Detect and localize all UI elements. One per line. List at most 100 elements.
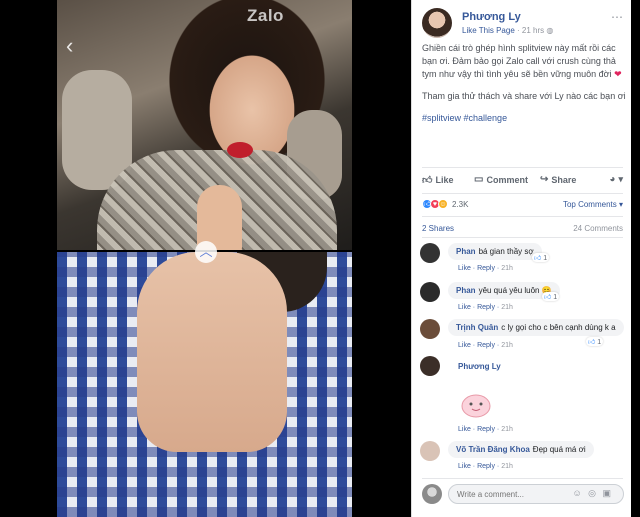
- comment-text: yêu quá yêu luôn 😊: [478, 286, 552, 295]
- comment-like-link[interactable]: Like: [458, 342, 471, 349]
- comment-text: c ly gọi cho c bên cạnh dùng k a: [501, 323, 616, 332]
- divider: [422, 216, 623, 217]
- thumbs-up-icon: 👍︎: [422, 175, 433, 186]
- comment-time[interactable]: 21h: [501, 342, 513, 349]
- commenter-name[interactable]: Phan: [456, 247, 476, 256]
- comment-reply-link[interactable]: Reply: [477, 426, 495, 433]
- finger-heart-hand-2: [137, 252, 287, 452]
- post-body: Ghiền cái trò ghép hình splitview này mấ…: [422, 42, 627, 134]
- comment-bubble: Trịnh Quân c ly gọi cho c bên cạnh dùng k…: [448, 319, 624, 336]
- comment-icon: ▭: [474, 174, 484, 185]
- sticker-icon: [461, 394, 491, 418]
- hashtag-challenge[interactable]: #challenge: [464, 113, 508, 123]
- post-text-1: Ghiền cái trò ghép hình splitview này mấ…: [422, 43, 616, 79]
- divider: [422, 478, 623, 479]
- post-paragraph-1: Ghiền cái trò ghép hình splitview này mấ…: [422, 42, 627, 81]
- chevron-down-icon: ▾: [618, 174, 623, 184]
- like-button[interactable]: 👍︎ Like: [422, 174, 453, 186]
- shares-row: 2 Shares 24 Comments: [422, 224, 623, 233]
- comment-links: Like · Reply · 21h: [458, 342, 513, 349]
- avatar: [422, 484, 442, 504]
- post-time[interactable]: 21 hrs: [522, 26, 544, 35]
- commenter-name[interactable]: Võ Trần Đăng Khoa: [456, 445, 530, 454]
- comment-reaction[interactable]: 👍︎ 1: [532, 253, 550, 262]
- avatar-small-icon: ◕: [609, 174, 616, 185]
- post-header: Phương Ly Like This Page · 21 hrs ◍ ⋯: [422, 8, 623, 38]
- comment-time[interactable]: 21h: [501, 463, 513, 470]
- comment-text: bá gian thầy sợ: [478, 247, 534, 256]
- more-options-icon[interactable]: ⋯: [611, 10, 623, 24]
- like-reaction-icon: 👍︎: [588, 339, 596, 346]
- globe-icon: ◍: [546, 26, 554, 35]
- comment-bubble: Võ Trần Đăng Khoa Đẹp quá má ơi: [448, 441, 594, 458]
- comment-like-link[interactable]: Like: [458, 426, 471, 433]
- red-lips: [227, 142, 253, 158]
- comment-links: Like · Reply · 21h: [458, 265, 513, 272]
- action-bar: 👍︎ Like ▭ Comment ↪ Share ◕ ▾: [422, 172, 623, 190]
- reaction-count[interactable]: 2.3K: [452, 200, 468, 209]
- share-label: Share: [551, 174, 577, 185]
- reaction-count: 1: [597, 339, 602, 346]
- selfie-photo-bottom[interactable]: [57, 252, 352, 517]
- comment-button[interactable]: ▭ Comment: [474, 174, 528, 185]
- like-page-link[interactable]: Like This Page: [462, 26, 515, 35]
- page-name[interactable]: Phương Ly: [462, 11, 521, 23]
- chevron-up-icon[interactable]: ︿: [195, 241, 217, 263]
- heart-emoji: ❤: [614, 69, 622, 79]
- composer-icons[interactable]: ☺ ◎ ▣: [572, 488, 613, 499]
- post-meta: Like This Page · 21 hrs ◍: [462, 26, 553, 35]
- comments-count[interactable]: 24 Comments: [573, 224, 623, 233]
- comment-bubble: Phan bá gian thầy sợ: [448, 243, 542, 260]
- selfie-photo-top[interactable]: Zalo: [57, 0, 352, 250]
- like-reaction-icon: 👍︎: [544, 294, 552, 301]
- comment-links: Like · Reply · 21h: [458, 463, 513, 470]
- audience-selector[interactable]: ◕ ▾: [609, 174, 623, 185]
- photo-viewer: Zalo ‹ ︿: [0, 0, 410, 517]
- avatar[interactable]: [420, 243, 440, 263]
- post-panel: Phương Ly Like This Page · 21 hrs ◍ ⋯ Gh…: [411, 0, 631, 517]
- haha-reaction-icon: ☺: [438, 199, 448, 209]
- hashtag-splitview[interactable]: #splitview: [422, 113, 461, 123]
- comment-reply-link[interactable]: Reply: [477, 342, 495, 349]
- page-avatar[interactable]: [422, 8, 452, 38]
- screen: Zalo ‹ ︿ Phương Ly Like This Page · 21 h…: [0, 0, 640, 517]
- comment-reply-link[interactable]: Reply: [477, 463, 495, 470]
- avatar[interactable]: [420, 282, 440, 302]
- shares-count[interactable]: 2 Shares: [422, 224, 454, 233]
- reaction-count: 1: [543, 255, 548, 262]
- like-label: Like: [435, 175, 454, 185]
- comment-time[interactable]: 21h: [501, 265, 513, 272]
- share-button[interactable]: ↪ Share: [540, 174, 576, 185]
- reactions-row: 👍︎ ♥ ☺ 2.3K Top Comments ▾: [422, 199, 623, 211]
- comment-links: Like · Reply · 21h: [458, 304, 513, 311]
- chevron-left-icon[interactable]: ‹: [66, 34, 84, 58]
- comment-time[interactable]: 21h: [501, 304, 513, 311]
- top-comments-dropdown[interactable]: Top Comments ▾: [563, 200, 623, 209]
- reaction-count: 1: [553, 294, 558, 301]
- commenter-name[interactable]: Trịnh Quân: [456, 323, 498, 332]
- zalo-watermark: Zalo: [247, 6, 284, 25]
- post-paragraph-2: Tham gia thử thách và share với Ly nào c…: [422, 91, 626, 101]
- comment-reply-link[interactable]: Reply: [477, 304, 495, 311]
- commenter-name[interactable]: Phương Ly: [458, 362, 501, 371]
- scrollbar[interactable]: [631, 0, 640, 517]
- share-icon: ↪: [540, 174, 549, 185]
- comment-like-link[interactable]: Like: [458, 265, 471, 272]
- comment-label: Comment: [486, 174, 528, 185]
- comment-like-link[interactable]: Like: [458, 304, 471, 311]
- post-hashtags: #splitview #challenge: [422, 112, 627, 125]
- divider: [422, 167, 623, 168]
- comment-composer: ☺ ◎ ▣: [420, 484, 624, 506]
- comment-reply-link[interactable]: Reply: [477, 265, 495, 272]
- comment-time[interactable]: 21h: [501, 426, 513, 433]
- avatar[interactable]: [420, 441, 440, 461]
- avatar[interactable]: [420, 319, 440, 339]
- comment-like-link[interactable]: Like: [458, 463, 471, 470]
- comment-reaction[interactable]: 👍︎ 1: [586, 337, 604, 346]
- reaction-icons[interactable]: 👍︎ ♥ ☺: [422, 199, 448, 209]
- avatar[interactable]: [420, 356, 440, 376]
- commenter-name[interactable]: Phan: [456, 286, 476, 295]
- divider: [422, 237, 623, 238]
- comment-reaction[interactable]: 👍︎ 1: [542, 292, 560, 301]
- emoji-camera-gif-icon[interactable]: ☺ ◎ ▣: [572, 488, 613, 498]
